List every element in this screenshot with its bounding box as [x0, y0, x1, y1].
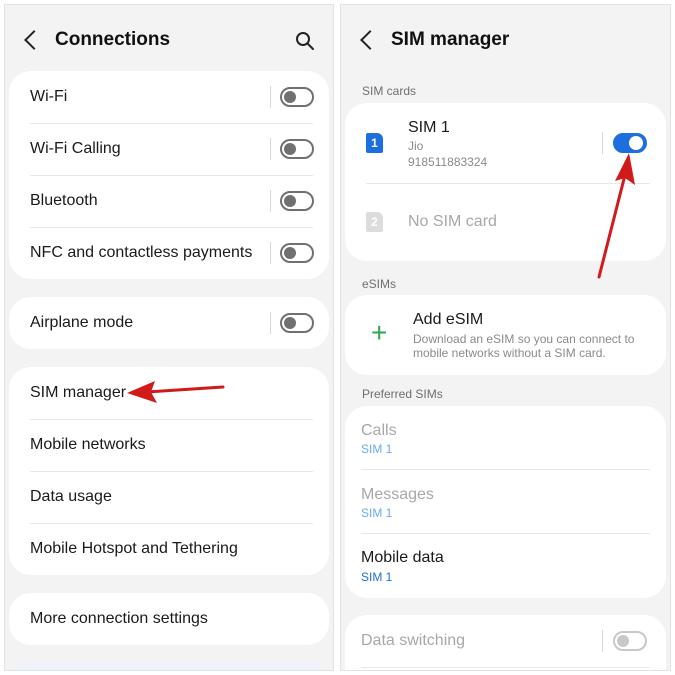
airplane-card: Airplane mode: [9, 297, 329, 349]
wireless-settings-card: Wi-Fi Wi-Fi Calling Bluetooth NFC and co…: [9, 71, 329, 279]
sim1-carrier: Jio: [408, 139, 424, 153]
add-esim-desc-line1: Download an eSIM so you can connect to: [413, 332, 635, 346]
messages-row: Messages SIM 1: [345, 470, 666, 534]
data-switching-card: Data switching: [345, 615, 666, 670]
sim-manager-screen: SIM manager SIM cards 1 SIM 1 Jio 918511…: [340, 4, 671, 671]
nfc-row[interactable]: NFC and contactless payments: [9, 227, 329, 279]
page-title: Connections: [55, 29, 171, 50]
sim2-title: No SIM card: [408, 213, 497, 230]
add-esim-desc-line2: mobile networks without a SIM card.: [413, 346, 606, 360]
wifi-toggle[interactable]: [280, 87, 314, 107]
sim1-title: SIM 1: [408, 119, 450, 136]
more-settings-card: More connection settings: [9, 593, 329, 645]
connections-screen: Connections Wi-Fi Wi-Fi Calling Bluetoot…: [4, 4, 334, 671]
wifi-row[interactable]: Wi-Fi: [9, 71, 329, 123]
divider: [270, 86, 271, 108]
mobile-data-title: Mobile data: [361, 549, 444, 566]
connections-header: Connections: [5, 5, 333, 75]
data-switching-title: Data switching: [361, 632, 466, 649]
bluetooth-row[interactable]: Bluetooth: [9, 175, 329, 227]
divider: [270, 190, 271, 212]
nfc-label: NFC and contactless payments: [30, 244, 253, 261]
data-switching-row: Data switching: [345, 615, 666, 667]
sim-cards-card: 1 SIM 1 Jio 918511883324 2 No SIM card: [345, 103, 666, 261]
divider: [270, 138, 271, 160]
sim1-row[interactable]: 1 SIM 1 Jio 918511883324: [345, 103, 666, 183]
airplane-mode-label: Airplane mode: [30, 314, 134, 331]
mobile-data-row[interactable]: Mobile data SIM 1: [345, 534, 666, 598]
preferred-sims-header: Preferred SIMs: [362, 387, 443, 401]
mobile-data-value: SIM 1: [361, 570, 393, 584]
sim2-row: 2 No SIM card: [345, 183, 666, 261]
mobile-networks-label: Mobile networks: [30, 436, 146, 453]
sim-card-icon: 1: [366, 133, 383, 153]
calls-row: Calls SIM 1: [345, 406, 666, 470]
divider: [602, 132, 603, 154]
add-esim-title: Add eSIM: [413, 311, 484, 328]
data-usage-row[interactable]: Data usage: [9, 471, 329, 523]
wifi-calling-row[interactable]: Wi-Fi Calling: [9, 123, 329, 175]
search-icon[interactable]: [295, 31, 315, 51]
sim-manager-row[interactable]: SIM manager: [9, 367, 329, 419]
sim-cards-header: SIM cards: [362, 84, 417, 98]
messages-value: SIM 1: [361, 506, 393, 520]
preferred-sims-card: Calls SIM 1 Messages SIM 1 Mobile data S…: [345, 406, 666, 598]
data-switching-toggle: [613, 631, 647, 651]
divider: [361, 667, 650, 668]
hotspot-row[interactable]: Mobile Hotspot and Tethering: [9, 523, 329, 575]
esims-header: eSIMs: [362, 277, 397, 291]
add-esim-row[interactable]: + Add eSIM Download an eSIM so you can c…: [345, 295, 666, 375]
sim-card-icon: 2: [366, 212, 383, 232]
sim-manager-header: SIM manager: [341, 5, 670, 75]
divider: [270, 242, 271, 264]
mobile-networks-row[interactable]: Mobile networks: [9, 419, 329, 471]
partial-card: [9, 663, 329, 670]
calls-value: SIM 1: [361, 442, 393, 456]
sim-manager-label: SIM manager: [30, 384, 127, 401]
page-title: SIM manager: [391, 29, 510, 50]
more-connection-settings-row[interactable]: More connection settings: [9, 593, 329, 645]
nfc-toggle[interactable]: [280, 243, 314, 263]
calls-title: Calls: [361, 422, 397, 439]
back-arrow-icon[interactable]: [24, 30, 44, 50]
back-arrow-icon[interactable]: [360, 30, 380, 50]
plus-icon: +: [371, 317, 388, 348]
wifi-label: Wi-Fi: [30, 88, 68, 105]
divider: [602, 630, 603, 652]
network-settings-card: SIM manager Mobile networks Data usage M…: [9, 367, 329, 575]
airplane-mode-toggle[interactable]: [280, 313, 314, 333]
divider: [270, 312, 271, 334]
more-connection-settings-label: More connection settings: [30, 610, 208, 627]
bluetooth-toggle[interactable]: [280, 191, 314, 211]
data-usage-label: Data usage: [30, 488, 112, 505]
wifi-calling-label: Wi-Fi Calling: [30, 140, 121, 157]
bluetooth-label: Bluetooth: [30, 192, 98, 209]
airplane-mode-row[interactable]: Airplane mode: [9, 297, 329, 349]
esim-card: + Add eSIM Download an eSIM so you can c…: [345, 295, 666, 375]
messages-title: Messages: [361, 486, 434, 503]
sim1-toggle[interactable]: [613, 133, 647, 153]
hotspot-label: Mobile Hotspot and Tethering: [30, 540, 238, 557]
wifi-calling-toggle[interactable]: [280, 139, 314, 159]
sim1-number: 918511883324: [408, 155, 488, 169]
